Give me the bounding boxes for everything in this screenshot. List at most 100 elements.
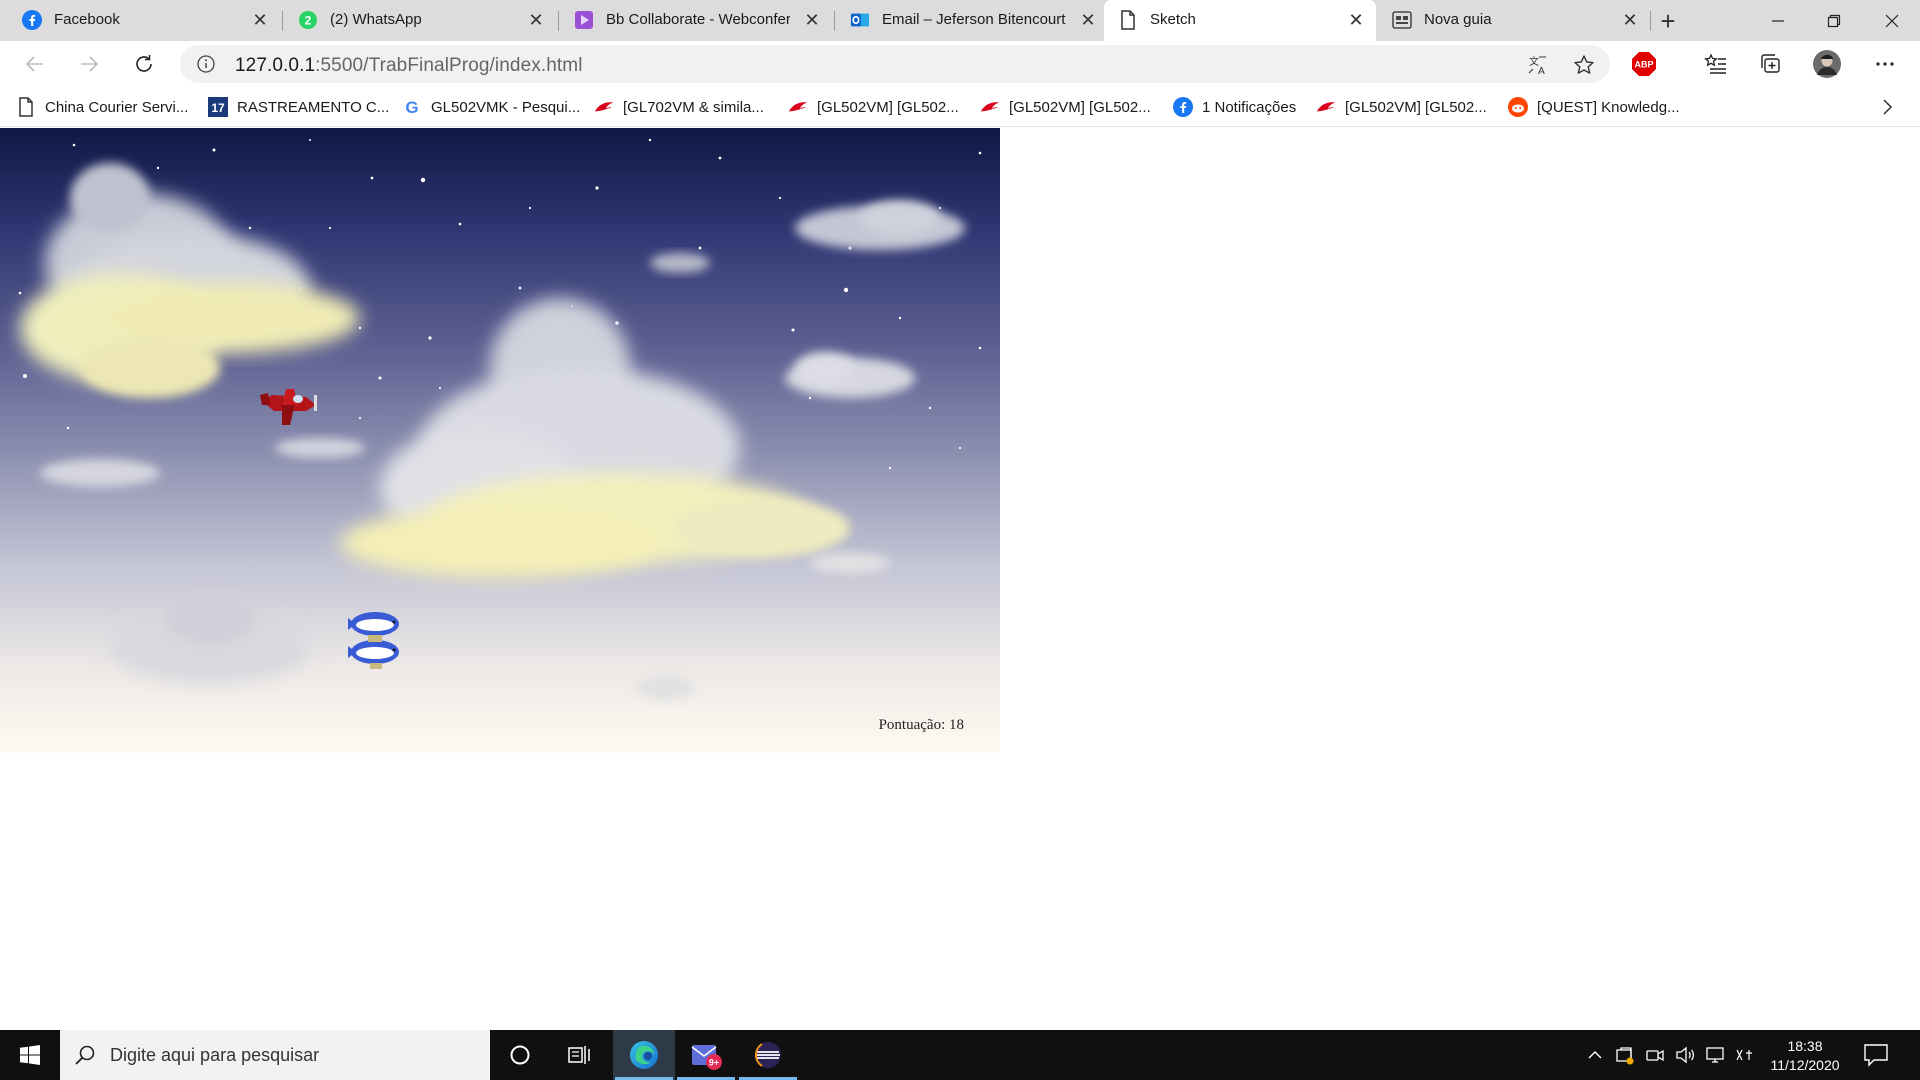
bookmark-label: [GL702VM & simila... bbox=[623, 98, 764, 116]
page-icon bbox=[16, 97, 36, 117]
17track-label: 17 bbox=[211, 101, 225, 115]
tab-title: Sketch bbox=[1150, 11, 1196, 28]
bookmark-item[interactable]: 1 Notificações bbox=[1173, 95, 1296, 119]
notification-center-icon[interactable] bbox=[1862, 1042, 1890, 1068]
17track-icon: 17 bbox=[208, 97, 228, 117]
adblock-icon[interactable]: ABP bbox=[1628, 48, 1660, 80]
favorites-icon[interactable] bbox=[1700, 48, 1732, 80]
url-text[interactable]: 127.0.0.1:5500/TrabFinalProg/index.html bbox=[235, 55, 583, 77]
cloud-left bbox=[20, 163, 360, 398]
page-content: Pontuação: 18 bbox=[0, 128, 1920, 1030]
clock-time: 18:38 bbox=[1787, 1038, 1823, 1054]
star-icon[interactable] bbox=[1573, 54, 1595, 76]
game-scene bbox=[18, 138, 982, 700]
taskbar: Digite aqui para pesquisar 9+ 18:38 11/1… bbox=[0, 1030, 1920, 1080]
close-icon[interactable]: ✕ bbox=[526, 10, 546, 30]
url-host: 127.0.0.1 bbox=[235, 55, 316, 76]
close-icon[interactable]: ✕ bbox=[1620, 10, 1640, 30]
tab-bb-collaborate[interactable]: Bb Collaborate - Webconferê ✕ bbox=[560, 0, 832, 41]
game-canvas[interactable]: Pontuação: 18 bbox=[0, 128, 1000, 753]
info-icon[interactable] bbox=[196, 54, 216, 74]
outlook-icon bbox=[850, 10, 870, 30]
minimize-button[interactable] bbox=[1750, 0, 1806, 41]
adblock-label: ABP bbox=[1634, 60, 1653, 70]
system-clock[interactable]: 18:38 11/12/2020 bbox=[1760, 1037, 1850, 1075]
tab-title: Nova guia bbox=[1424, 11, 1492, 28]
close-icon[interactable]: ✕ bbox=[1078, 10, 1098, 30]
close-icon bbox=[1885, 14, 1899, 27]
restore-icon bbox=[1827, 14, 1841, 27]
bookmark-item[interactable]: 17 RASTREAMENTO C... bbox=[208, 95, 389, 119]
tab-email[interactable]: Email – Jeferson Bitencourt - ✕ bbox=[836, 0, 1108, 41]
new-tab-button[interactable]: + bbox=[1653, 6, 1683, 36]
collaborate-icon bbox=[574, 10, 594, 30]
refresh-button[interactable] bbox=[127, 47, 161, 81]
translate-icon[interactable]: 文A bbox=[1527, 54, 1549, 76]
start-button[interactable] bbox=[0, 1030, 60, 1080]
network-icon[interactable] bbox=[1703, 1043, 1727, 1067]
newtab-page-icon bbox=[1392, 10, 1412, 30]
meet-now-icon[interactable] bbox=[1643, 1043, 1667, 1067]
chevron-up-icon[interactable] bbox=[1583, 1043, 1607, 1067]
bookmark-item[interactable]: China Courier Servi... bbox=[16, 95, 188, 119]
tab-facebook[interactable]: Facebook ✕ bbox=[8, 0, 280, 41]
bookmark-item[interactable]: [GL502VM] [GL502... bbox=[1316, 95, 1487, 119]
close-icon[interactable]: ✕ bbox=[1346, 10, 1366, 30]
tab-title: Bb Collaborate - Webconferê bbox=[606, 11, 790, 28]
url-path: :5500/TrabFinalProg/index.html bbox=[315, 55, 583, 76]
close-window-button[interactable] bbox=[1864, 0, 1920, 41]
bookmark-item[interactable]: [GL502VM] [GL502... bbox=[980, 95, 1151, 119]
whatsapp-icon: 2 bbox=[298, 10, 318, 30]
profile-avatar[interactable] bbox=[1811, 48, 1843, 80]
tab-divider bbox=[282, 11, 283, 31]
security-icon[interactable] bbox=[1613, 1043, 1637, 1067]
whatsapp-badge: 2 bbox=[305, 14, 312, 28]
tab-nova-guia[interactable]: Nova guia ✕ bbox=[1378, 0, 1650, 41]
more-menu-icon[interactable] bbox=[1869, 48, 1901, 80]
browser-toolbar: 127.0.0.1:5500/TrabFinalProg/index.html … bbox=[0, 41, 1920, 87]
tab-whatsapp[interactable]: 2 (2) WhatsApp ✕ bbox=[284, 0, 556, 41]
bookmark-label: [GL502VM] [GL502... bbox=[1009, 98, 1151, 116]
back-button[interactable] bbox=[18, 47, 52, 81]
google-icon: G bbox=[402, 97, 422, 117]
red-plane bbox=[260, 389, 317, 425]
cortana-button[interactable] bbox=[490, 1030, 550, 1080]
close-icon[interactable]: ✕ bbox=[802, 10, 822, 30]
cortana-icon bbox=[510, 1045, 530, 1065]
volume-icon[interactable] bbox=[1673, 1043, 1697, 1067]
taskbar-search[interactable]: Digite aqui para pesquisar bbox=[60, 1030, 490, 1080]
bookmark-label: RASTREAMENTO C... bbox=[237, 98, 390, 116]
bookmark-label: [GL502VM] [GL502... bbox=[1345, 98, 1487, 116]
input-method-icon[interactable] bbox=[1733, 1043, 1757, 1067]
collections-icon[interactable] bbox=[1755, 48, 1787, 80]
chevron-right-icon[interactable] bbox=[1876, 96, 1898, 118]
arrow-left-icon bbox=[25, 56, 43, 72]
mail-taskbar-button[interactable]: 9+ bbox=[675, 1030, 737, 1080]
edge-icon bbox=[630, 1041, 658, 1069]
bookmark-item[interactable]: [QUEST] Knowledg... bbox=[1508, 95, 1680, 119]
forward-button[interactable] bbox=[72, 47, 106, 81]
bookmark-item[interactable]: [GL702VM & simila... bbox=[594, 95, 764, 119]
eclipse-taskbar-button[interactable] bbox=[737, 1030, 799, 1080]
bookmark-label: 1 Notificações bbox=[1202, 98, 1297, 116]
bookmark-item[interactable]: G GL502VMK - Pesqui... bbox=[402, 95, 580, 119]
blue-fish-blimp bbox=[348, 612, 399, 669]
svg-text:A: A bbox=[1538, 66, 1545, 76]
tab-title: Facebook bbox=[54, 11, 120, 28]
edge-taskbar-button[interactable] bbox=[613, 1030, 675, 1080]
tab-sketch[interactable]: Sketch ✕ bbox=[1104, 0, 1376, 41]
minimize-icon bbox=[1772, 19, 1784, 22]
bookmark-item[interactable]: [GL502VM] [GL502... bbox=[788, 95, 959, 119]
bookmark-label: [GL502VM] [GL502... bbox=[817, 98, 959, 116]
task-view-button[interactable] bbox=[550, 1030, 610, 1080]
close-icon[interactable]: ✕ bbox=[250, 10, 270, 30]
mail-badge: 9+ bbox=[709, 1058, 719, 1068]
restore-button[interactable] bbox=[1806, 0, 1862, 41]
address-bar[interactable]: 127.0.0.1:5500/TrabFinalProg/index.html … bbox=[180, 45, 1610, 83]
arrow-right-icon bbox=[81, 56, 99, 72]
cloud-lower-left bbox=[110, 593, 695, 700]
eclipse-icon bbox=[755, 1042, 781, 1068]
bookmark-label: [QUEST] Knowledg... bbox=[1537, 98, 1680, 116]
page-icon bbox=[1118, 10, 1138, 30]
cloud-small-left bbox=[40, 438, 365, 487]
